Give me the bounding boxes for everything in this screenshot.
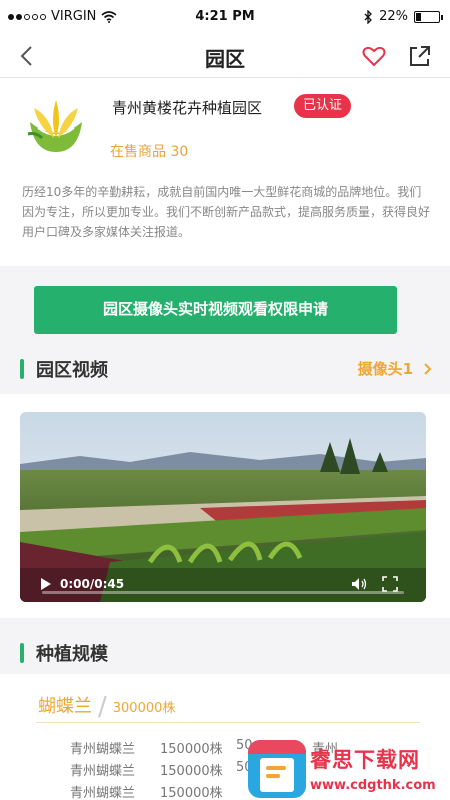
video-section-header: 园区视频 摄像头1: [0, 346, 450, 390]
certified-badge: 已认证: [294, 94, 352, 118]
section-accent-bar: [20, 359, 24, 379]
fullscreen-icon[interactable]: [382, 576, 398, 592]
park-info-card: 青州黄楼花卉种植园区 已认证 在售商品 30 历经10多年的辛勤耕耘，成就自前国…: [0, 78, 450, 266]
watermark-title: 睿思下载网: [310, 748, 420, 772]
status-bar: VIRGIN 4:21 PM 22%: [0, 0, 450, 34]
section-accent-bar: [20, 643, 24, 663]
variety-name: 蝴蝶兰: [38, 696, 92, 717]
scale-section-header: 种植规模: [0, 630, 450, 674]
nav-bar: 园区: [0, 34, 450, 78]
camera-permission-apply-button[interactable]: 园区摄像头实时视频观看权限申请: [34, 286, 397, 334]
volume-icon[interactable]: [350, 576, 368, 592]
park-name: 青州黄楼花卉种植园区: [112, 99, 263, 117]
variety-quantity: 300000株: [112, 701, 176, 716]
table-cell: 青州蝴蝶兰: [70, 742, 136, 757]
video-time: 0:00/0:45: [60, 577, 125, 591]
scale-section-title: 种植规模: [36, 644, 108, 665]
video-controls: 0:00/0:45: [20, 568, 426, 602]
bluetooth-icon: [364, 9, 373, 24]
table-cell: 150000株: [160, 764, 223, 779]
battery-percent: 22%: [379, 9, 408, 24]
goods-on-sale[interactable]: 在售商品 30: [110, 141, 188, 161]
park-intro: 历经10多年的辛勤耕耘，成就自前国内唯一大型鲜花商城的品牌地位。我们因为专注，所…: [22, 185, 431, 239]
table-cell: 青州蝴蝶兰: [70, 786, 136, 800]
variety-heading: 蝴蝶兰 / 300000株: [38, 689, 176, 722]
video-section-title: 园区视频: [36, 360, 108, 381]
battery-icon: [414, 10, 443, 23]
site-watermark: 睿思下载网 www.cdgthk.com: [248, 738, 448, 800]
divider: [36, 722, 420, 723]
camera-label: 摄像头1: [357, 360, 413, 378]
table-cell: 150000株: [160, 742, 223, 757]
goods-label: 在售商品: [110, 144, 166, 160]
share-icon[interactable]: [406, 42, 434, 70]
play-icon[interactable]: [40, 577, 52, 591]
park-logo: [27, 100, 82, 152]
table-cell: 150000株: [160, 786, 223, 800]
chevron-right-icon: [424, 362, 432, 375]
heart-icon[interactable]: [360, 42, 388, 70]
video-area: 0:00/0:45: [0, 394, 450, 618]
watermark-logo-icon: [248, 740, 306, 798]
watermark-url: www.cdgthk.com: [310, 778, 436, 793]
goods-count: 30: [170, 144, 189, 160]
camera-selector[interactable]: 摄像头1: [358, 358, 432, 379]
video-player[interactable]: 0:00/0:45: [20, 412, 426, 602]
status-right: 22%: [363, 9, 443, 24]
table-cell: 青州蝴蝶兰: [70, 764, 136, 779]
video-progress-bar[interactable]: [42, 591, 404, 594]
divider-slash: /: [98, 692, 107, 722]
